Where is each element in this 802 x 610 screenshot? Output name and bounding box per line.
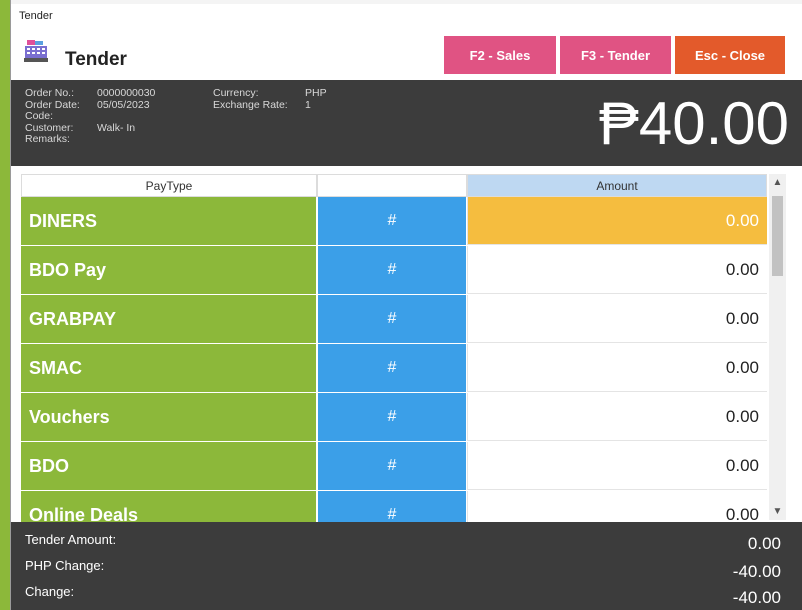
scroll-down-icon[interactable]: ▼ bbox=[769, 503, 786, 520]
header: Tender F2 - Sales F3 - Tender Esc - Clos… bbox=[11, 30, 802, 80]
keypad-button[interactable]: # bbox=[318, 393, 466, 441]
close-button[interactable]: Esc - Close bbox=[675, 36, 785, 74]
table-row[interactable]: BDO Pay # 0.00 bbox=[21, 246, 767, 295]
keypad-button[interactable]: # bbox=[318, 491, 466, 522]
customer-value: Walk- In bbox=[97, 121, 136, 134]
column-header-amount[interactable]: Amount bbox=[467, 174, 767, 197]
grid-header: PayType Amount bbox=[21, 174, 767, 197]
table-row[interactable]: Vouchers # 0.00 bbox=[21, 393, 767, 442]
exchange-rate-value: 1 bbox=[305, 98, 311, 111]
payment-grid: PayType Amount DINERS # 0.00 BDO Pay # 0… bbox=[11, 166, 802, 522]
amount-cell[interactable]: 0.00 bbox=[467, 393, 767, 441]
paytype-cell[interactable]: SMAC bbox=[21, 344, 316, 392]
amount-cell[interactable]: 0.00 bbox=[467, 442, 767, 490]
tender-button[interactable]: F3 - Tender bbox=[560, 36, 671, 74]
php-change-label: PHP Change: bbox=[25, 558, 105, 573]
currency-labels: Currency: Exchange Rate: bbox=[213, 87, 288, 111]
paytype-cell[interactable]: DINERS bbox=[21, 197, 316, 245]
php-change-value: -40.00 bbox=[732, 562, 781, 581]
keypad-button[interactable]: # bbox=[318, 295, 466, 343]
order-no-label: Order No.: bbox=[25, 87, 75, 99]
paytype-cell[interactable]: BDO bbox=[21, 442, 316, 490]
tender-window: Tender Tender F2 - Sales F3 - Tender Esc… bbox=[10, 0, 802, 610]
cash-register-icon bbox=[24, 40, 48, 62]
table-row[interactable]: DINERS # 0.00 bbox=[21, 197, 767, 246]
remarks-value bbox=[97, 134, 155, 146]
remarks-label: Remarks: bbox=[25, 133, 70, 145]
paytype-cell[interactable]: GRABPAY bbox=[21, 295, 316, 343]
amount-cell[interactable]: 0.00 bbox=[467, 344, 767, 392]
change-label: Change: bbox=[25, 584, 75, 599]
scroll-thumb[interactable] bbox=[772, 196, 783, 276]
amount-cell[interactable]: 0.00 bbox=[467, 197, 767, 245]
column-header-paytype[interactable]: PayType bbox=[21, 174, 317, 197]
currency-value: PHP bbox=[305, 87, 327, 99]
tender-amount-label: Tender Amount: bbox=[25, 532, 117, 547]
code-label: Code: bbox=[25, 110, 54, 122]
column-header-action[interactable] bbox=[317, 174, 467, 197]
totals-footer: Tender Amount: 0.00 PHP Change: -40.00 C… bbox=[11, 522, 802, 610]
title-bar-edge bbox=[11, 0, 802, 4]
exchange-rate-label: Exchange Rate: bbox=[213, 98, 288, 111]
table-row[interactable]: GRABPAY # 0.00 bbox=[21, 295, 767, 344]
order-info-panel: Order No.: Order Date: Code: Customer: R… bbox=[11, 80, 802, 166]
currency-label: Currency: bbox=[213, 87, 259, 99]
amount-cell[interactable]: 0.00 bbox=[467, 246, 767, 294]
order-total: ₱40.00 bbox=[598, 90, 789, 157]
scroll-up-icon[interactable]: ▲ bbox=[769, 174, 786, 191]
paytype-cell[interactable]: Vouchers bbox=[21, 393, 316, 441]
amount-cell[interactable]: 0.00 bbox=[467, 491, 767, 522]
order-no-value: 0000000030 bbox=[97, 87, 156, 99]
order-date-value: 05/05/2023 bbox=[97, 98, 150, 111]
currency-values: PHP 1 bbox=[305, 87, 327, 111]
keypad-button[interactable]: # bbox=[318, 246, 466, 294]
paytype-cell[interactable]: Online Deals bbox=[21, 491, 316, 522]
paytype-cell[interactable]: BDO Pay bbox=[21, 246, 316, 294]
sales-button[interactable]: F2 - Sales bbox=[444, 36, 556, 74]
title-bar: Tender bbox=[11, 0, 802, 30]
table-row[interactable]: SMAC # 0.00 bbox=[21, 344, 767, 393]
order-info-values: 0000000030 05/05/2023 Walk- In bbox=[97, 87, 156, 146]
keypad-button[interactable]: # bbox=[318, 442, 466, 490]
amount-cell[interactable]: 0.00 bbox=[467, 295, 767, 343]
order-info-labels: Order No.: Order Date: Code: Customer: R… bbox=[25, 87, 80, 146]
keypad-button[interactable]: # bbox=[318, 344, 466, 392]
table-row[interactable]: BDO # 0.00 bbox=[21, 442, 767, 491]
change-value: -40.00 bbox=[732, 588, 781, 607]
tender-amount-value: 0.00 bbox=[747, 534, 781, 553]
window-title: Tender bbox=[19, 10, 53, 22]
keypad-button[interactable]: # bbox=[318, 197, 466, 245]
table-row[interactable]: Online Deals # 0.00 bbox=[21, 491, 767, 522]
page-title: Tender bbox=[65, 49, 127, 70]
code-value bbox=[97, 111, 155, 123]
grid-scrollbar[interactable]: ▲ ▼ bbox=[769, 174, 786, 520]
